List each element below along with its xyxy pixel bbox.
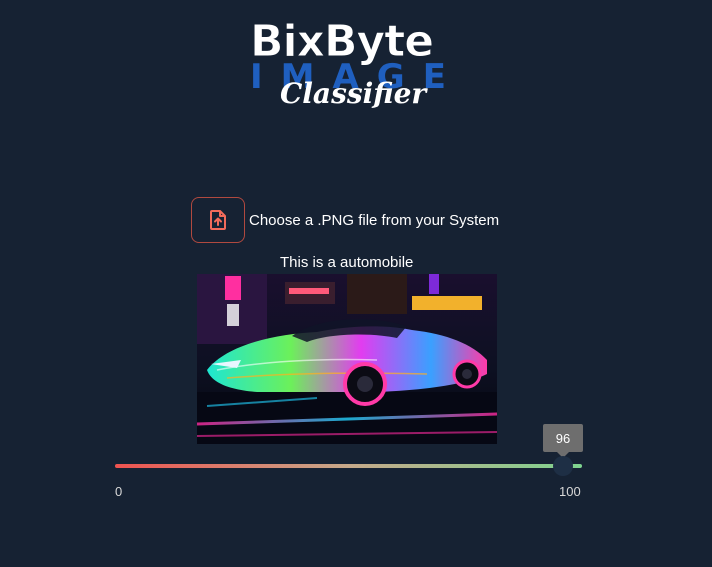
car-image-illustration [197, 274, 497, 444]
slider-max-label: 100 [559, 484, 581, 499]
uploaded-image [197, 274, 497, 444]
upload-file-button[interactable] [191, 197, 245, 243]
confidence-slider-thumb[interactable] [553, 456, 573, 476]
confidence-slider-track[interactable] [115, 464, 582, 468]
file-upload-icon [210, 210, 226, 230]
upload-instruction-label: Choose a .PNG file from your System [249, 211, 500, 229]
logo-brand-name: BixByte [249, 16, 434, 67]
slider-min-label: 0 [115, 484, 123, 499]
app-logo: IMAGE BixByte Classifier [244, 18, 454, 118]
slider-value-tooltip: 96 [543, 424, 583, 458]
prediction-result-text: This is a automobile [280, 254, 414, 271]
logo-subtitle: Classifier [280, 77, 427, 110]
file-uploader: Choose a .PNG file from your System [191, 197, 499, 243]
